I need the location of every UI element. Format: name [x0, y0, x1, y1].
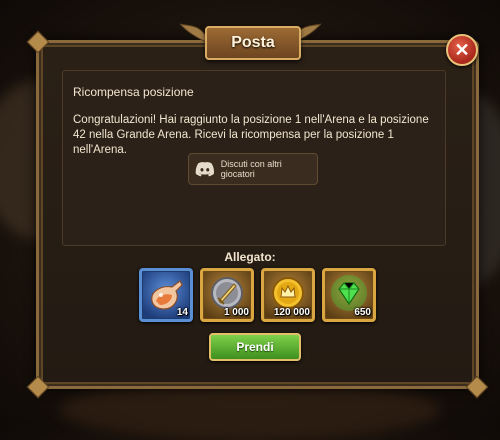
attachment-item-emerald[interactable]: 650 [322, 268, 376, 322]
discuss-button[interactable]: Discuti con altri giocatori [188, 153, 318, 185]
mail-content: Ricompensa posizione Congratulazioni! Ha… [62, 70, 446, 246]
frame-corner-ornament [26, 30, 50, 54]
attachments-label: Allegato: [224, 250, 276, 264]
item-count: 650 [354, 307, 371, 318]
discuss-button-label: Discuti con altri giocatori [220, 159, 282, 179]
item-count: 14 [176, 307, 188, 318]
close-icon: ✕ [454, 40, 470, 60]
item-count: 120 000 [273, 307, 310, 318]
attachments-list: 14 1 000 120 000 650 [139, 268, 376, 322]
frame-corner-ornament [26, 375, 50, 399]
close-button[interactable]: ✕ [446, 34, 478, 66]
take-button[interactable]: Prendi [209, 333, 301, 361]
background-scenery [60, 380, 440, 440]
left-wing-ornament [178, 22, 207, 44]
frame-corner-ornament [465, 375, 489, 399]
window-title-plate: Posta [205, 26, 301, 60]
attachment-item-potion[interactable]: 14 [139, 268, 193, 322]
attachment-item-gold[interactable]: 120 000 [261, 268, 315, 322]
take-button-label: Prendi [236, 340, 274, 354]
mail-message: Congratulazioni! Hai raggiunto la posizi… [73, 114, 429, 156]
window-title: Posta [231, 34, 275, 51]
discord-icon [195, 162, 215, 177]
attachment-item-sword-coin[interactable]: 1 000 [200, 268, 254, 322]
mail-subject: Ricompensa posizione [73, 85, 194, 99]
item-count: 1 000 [223, 307, 249, 318]
